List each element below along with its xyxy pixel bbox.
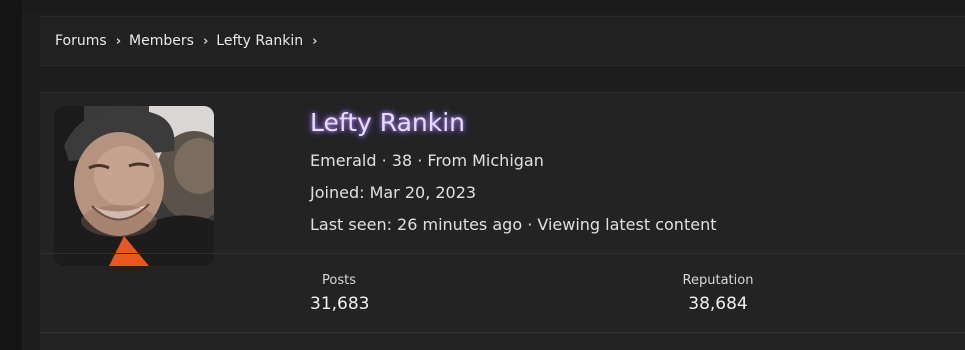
breadcrumb-forums[interactable]: Forums [55,33,107,49]
chevron-right-icon[interactable]: › [312,34,317,49]
stat-value: 38,684 [688,294,748,314]
breadcrumb-members[interactable]: Members [129,33,194,49]
stat-value: 31,683 [310,294,370,314]
top-strip [22,0,965,14]
username[interactable]: Lefty Rankin [310,107,716,139]
chevron-right-icon: › [115,33,122,49]
chevron-right-icon: › [202,33,209,49]
profile-card: Lefty Rankin Emerald · 38 · From Michiga… [40,92,965,350]
stat-reputation[interactable]: Reputation 38,684 [672,272,764,316]
profile-info: Lefty Rankin Emerald · 38 · From Michiga… [310,107,716,247]
joined-date: Joined: Mar 20, 2023 [310,183,477,202]
stat-posts[interactable]: Posts 31,683 [310,272,370,316]
member-meta: Emerald · 38 · From Michigan [310,151,544,170]
stats-row: Posts 31,683 Reputation 38,684 [40,253,965,333]
page: Forums › Members › Lefty Rankin › Lefty … [0,0,965,350]
stat-label: Reputation [682,273,754,288]
avatar-image [54,106,214,266]
breadcrumb-lefty-rankin[interactable]: Lefty Rankin [216,33,303,49]
avatar[interactable] [54,106,214,266]
last-seen: Last seen: 26 minutes ago · Viewing late… [310,215,717,234]
stat-label: Posts [322,273,356,288]
left-rail [0,0,22,350]
breadcrumb: Forums › Members › Lefty Rankin › [40,16,965,66]
